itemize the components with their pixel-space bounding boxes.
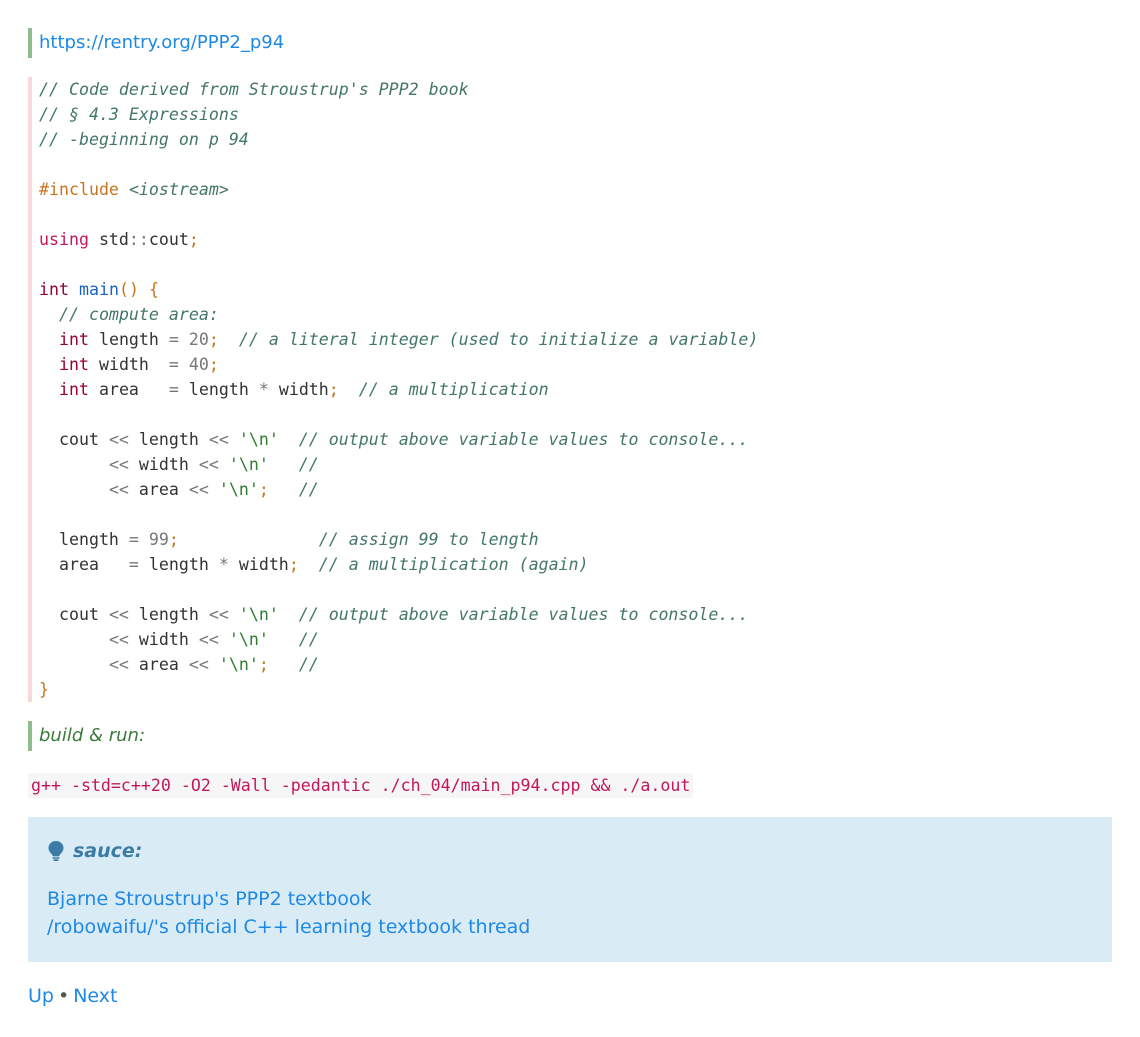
nav-separator: • xyxy=(57,985,70,1007)
code-line: int length = 20; // a literal integer (u… xyxy=(58,330,759,349)
code-line: << area << '\n'; // xyxy=(108,655,319,674)
build-run-label: build & run: xyxy=(28,721,145,751)
nav-next-link[interactable]: Next xyxy=(73,985,117,1007)
code-line: #include <iostream> xyxy=(39,180,229,199)
code-line: int width = 40; xyxy=(58,355,219,374)
source-link[interactable]: https://rentry.org/PPP2_p94 xyxy=(39,32,284,53)
page-navigation: Up • Next xyxy=(28,982,117,1010)
code-line: int main() { xyxy=(39,280,159,299)
ppp2-textbook-link[interactable]: Bjarne Stroustrup's PPP2 textbook xyxy=(47,885,1093,913)
lightbulb-icon xyxy=(48,841,64,861)
robowaifu-thread-link[interactable]: /robowaifu/'s official C++ learning text… xyxy=(47,913,1093,941)
code-line: int area = length * width; // a multipli… xyxy=(58,380,549,399)
code-line: << width << '\n' // xyxy=(108,455,319,474)
build-command: g++ -std=c++20 -O2 -Wall -pedantic ./ch_… xyxy=(28,773,694,798)
code-line: << area << '\n'; // xyxy=(108,480,319,499)
code-line: length = 99; // assign 99 to length xyxy=(39,530,539,549)
sauce-links: Bjarne Stroustrup's PPP2 textbook /robow… xyxy=(47,885,1093,941)
code-line: cout << length << '\n' // output above v… xyxy=(39,430,749,449)
code-line: // -beginning on p 94 xyxy=(39,130,249,149)
sauce-admonition: sauce: Bjarne Stroustrup's PPP2 textbook… xyxy=(28,817,1112,962)
nav-up-link[interactable]: Up xyxy=(28,985,54,1007)
source-link-quote: https://rentry.org/PPP2_p94 xyxy=(28,28,284,58)
code-line: << width << '\n' // xyxy=(108,630,319,649)
code-block: // Code derived from Stroustrup's PPP2 b… xyxy=(28,77,1112,702)
sauce-title-text: sauce: xyxy=(73,840,143,862)
code-line: } xyxy=(39,680,49,699)
code-line: cout << length << '\n' // output above v… xyxy=(39,605,749,624)
code-line: area = length * width; // a multiplicati… xyxy=(39,555,589,574)
code-line: using std::cout; xyxy=(39,230,199,249)
code-line: // Code derived from Stroustrup's PPP2 b… xyxy=(39,80,469,99)
sauce-title: sauce: xyxy=(47,835,1093,867)
code-line: // § 4.3 Expressions xyxy=(39,105,239,124)
code-listing: // Code derived from Stroustrup's PPP2 b… xyxy=(39,77,1112,702)
code-line: // compute area: xyxy=(58,305,219,324)
